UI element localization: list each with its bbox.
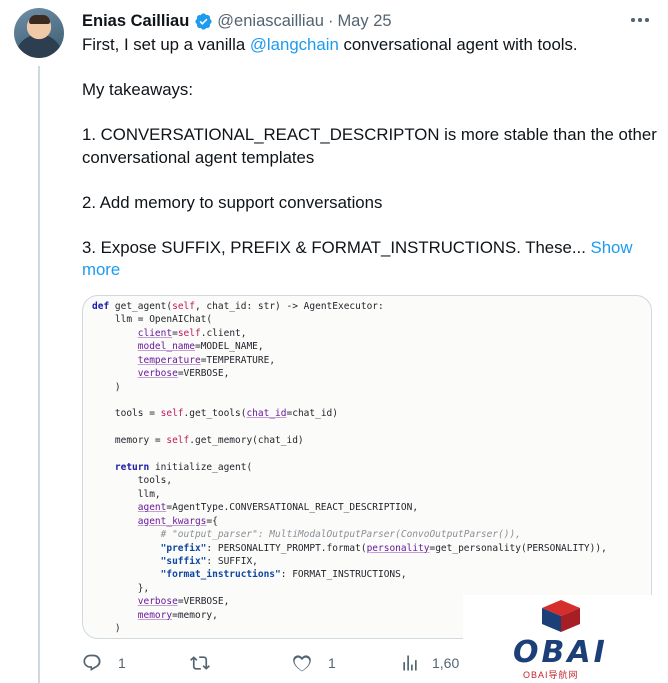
like-button[interactable]: 1 bbox=[292, 650, 336, 676]
code-block: def get_agent(self, chat_id: str) -> Age… bbox=[92, 301, 607, 635]
tweet-text: First, I set up a vanilla @langchain con… bbox=[82, 34, 657, 282]
reply-button[interactable]: 1 bbox=[82, 650, 126, 676]
code-screenshot[interactable]: def get_agent(self, chat_id: str) -> Age… bbox=[82, 295, 652, 639]
views-icon bbox=[403, 655, 417, 671]
verified-badge-icon bbox=[195, 12, 212, 30]
watermark-subtitle: OBAI导航网 bbox=[523, 670, 579, 680]
reply-count: 1 bbox=[118, 655, 126, 671]
takeaway-point-3: 3. Expose SUFFIX, PREFIX & FORMAT_INSTRU… bbox=[82, 237, 633, 280]
retweet-button[interactable] bbox=[190, 650, 226, 676]
like-icon bbox=[293, 655, 311, 672]
avatar[interactable] bbox=[14, 8, 64, 58]
tweet-header: Enias Cailliau @eniascailliau · May 25 bbox=[82, 10, 652, 32]
watermark-brand: OBAI bbox=[513, 635, 608, 670]
more-options-icon[interactable] bbox=[630, 13, 650, 27]
handle[interactable]: @eniascailliau bbox=[217, 12, 324, 31]
display-name[interactable]: Enias Cailliau bbox=[82, 12, 189, 31]
takeaways-heading: My takeaways: bbox=[82, 80, 193, 99]
retweet-icon bbox=[190, 656, 210, 670]
views-button[interactable]: 1,60 bbox=[400, 650, 459, 676]
mention-link[interactable]: @langchain bbox=[250, 35, 339, 54]
takeaway-point-2: 2. Add memory to support conversations bbox=[82, 192, 383, 212]
like-count: 1 bbox=[328, 655, 336, 671]
thread-line bbox=[38, 66, 40, 683]
reply-icon bbox=[83, 654, 101, 671]
cube-logo-icon bbox=[542, 600, 580, 632]
watermark-logo: OBAI OBAI导航网 bbox=[463, 595, 668, 683]
tweet-date[interactable]: May 25 bbox=[337, 12, 391, 31]
tweet-intro: First, I set up a vanilla @langchain con… bbox=[82, 35, 578, 54]
view-count: 1,60 bbox=[432, 655, 460, 671]
takeaway-point-1: 1. CONVERSATIONAL_REACT_DESCRIPTON is mo… bbox=[82, 125, 657, 167]
separator-dot: · bbox=[327, 11, 334, 30]
